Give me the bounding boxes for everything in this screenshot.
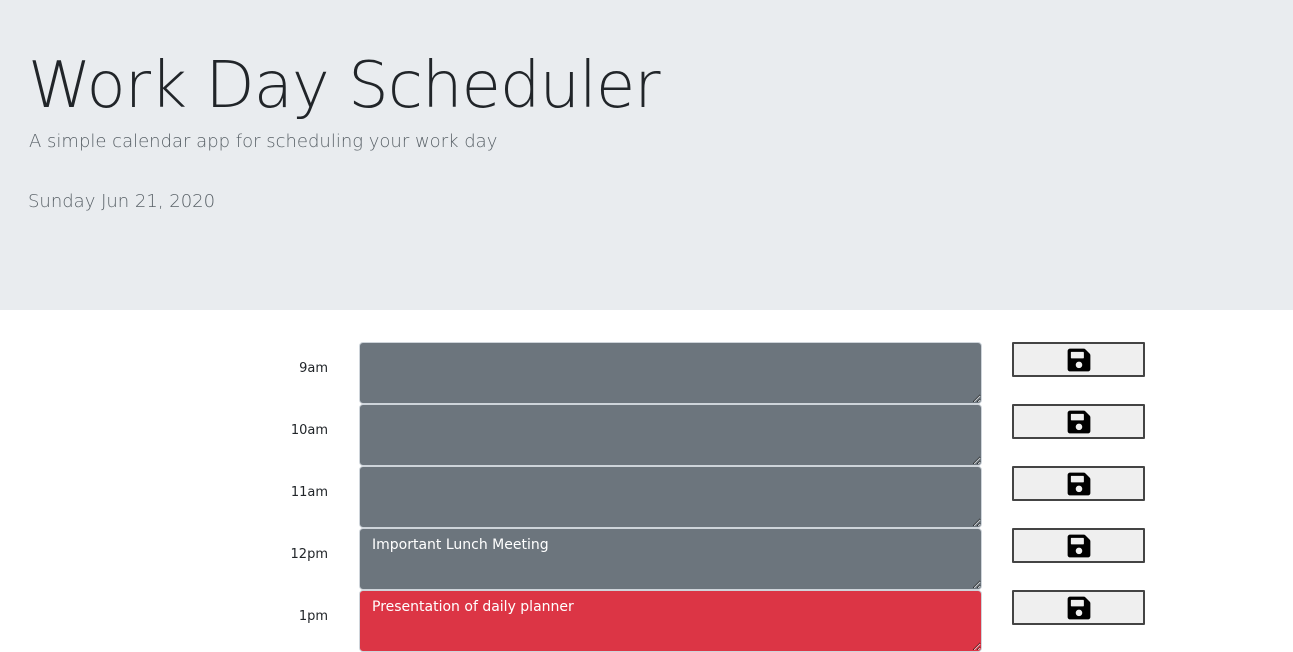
hour-label: 11am — [290, 485, 328, 500]
hour-label: 10am — [290, 423, 328, 438]
floppy-disk-icon — [1066, 347, 1092, 373]
time-block-9am: 9am — [0, 342, 1293, 404]
event-description-input[interactable] — [359, 466, 982, 528]
save-button[interactable] — [1012, 466, 1145, 501]
event-description-input[interactable] — [359, 404, 982, 466]
header-jumbotron: Work Day Scheduler A simple calendar app… — [0, 0, 1293, 310]
page-subtitle: A simple calendar app for scheduling you… — [29, 131, 498, 152]
floppy-disk-icon — [1066, 533, 1092, 559]
floppy-disk-icon — [1066, 471, 1092, 497]
page-title: Work Day Scheduler — [28, 49, 661, 123]
time-block-11am: 11am — [0, 466, 1293, 528]
hour-label: 12pm — [290, 547, 328, 562]
event-description-input[interactable]: Important Lunch Meeting — [359, 528, 982, 590]
time-block-12pm: 12pm Important Lunch Meeting — [0, 528, 1293, 590]
floppy-disk-icon — [1066, 409, 1092, 435]
time-block-1pm: 1pm Presentation of daily planner — [0, 590, 1293, 652]
hour-label: 1pm — [298, 609, 328, 624]
save-button[interactable] — [1012, 404, 1145, 439]
event-description-input[interactable]: Presentation of daily planner — [359, 590, 982, 652]
current-day: Sunday Jun 21, 2020 — [28, 191, 216, 212]
save-button[interactable] — [1012, 342, 1145, 377]
save-button[interactable] — [1012, 528, 1145, 563]
event-description-input[interactable] — [359, 342, 982, 404]
time-block-10am: 10am — [0, 404, 1293, 466]
hour-label: 9am — [299, 361, 328, 376]
schedule-container: 9am 10am 11am 12pm Important Lunch Meeti… — [0, 342, 1293, 652]
